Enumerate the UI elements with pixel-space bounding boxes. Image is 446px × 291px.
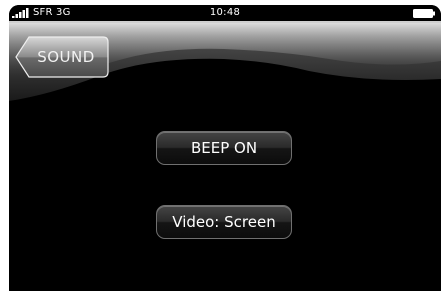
video-mode-button[interactable]: Video: Screen	[156, 205, 292, 239]
device-screen: SFR 3G 10:48 SOUND BEEP ON Video: Screen	[9, 5, 441, 291]
back-button[interactable]: SOUND	[15, 36, 109, 78]
beep-toggle-button[interactable]: BEEP ON	[156, 131, 292, 165]
status-bar: SFR 3G 10:48	[9, 5, 441, 21]
navigation-bar: SOUND	[9, 21, 441, 117]
screen: SFR 3G 10:48 SOUND BEEP ON Video: Screen	[0, 0, 446, 291]
battery-full-icon	[413, 9, 435, 18]
clock: 10:48	[209, 7, 241, 18]
back-button-label: SOUND	[37, 48, 95, 66]
